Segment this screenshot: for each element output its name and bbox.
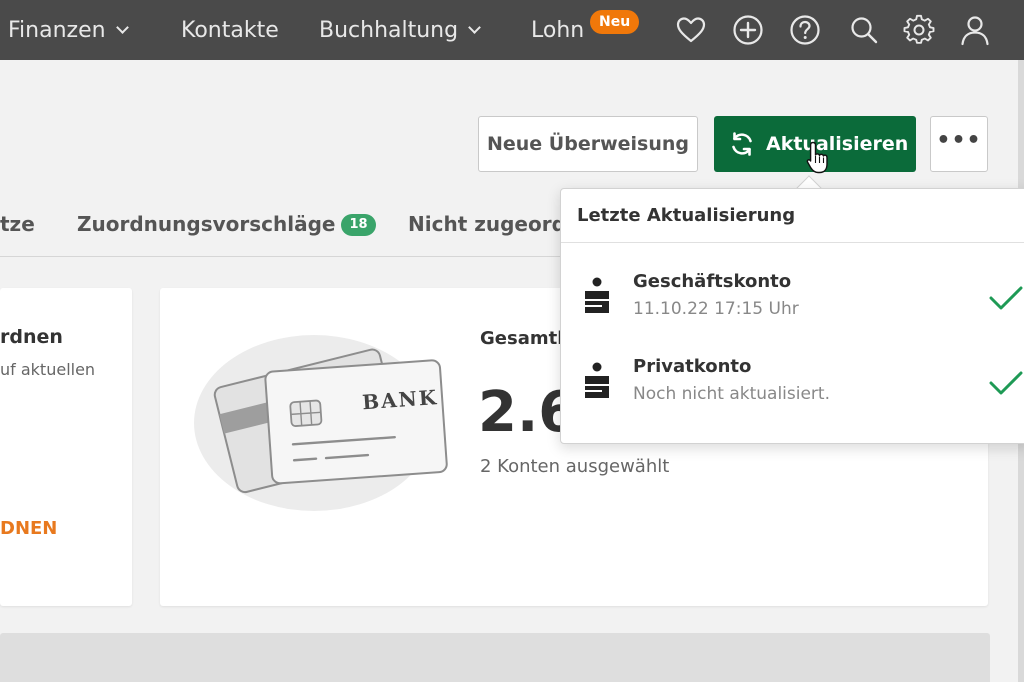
last-update-dropdown: Letzte Aktualisierung Geschäftskonto 11.… [560, 188, 1024, 444]
nav-item-finanzen[interactable]: Finanzen [8, 0, 129, 60]
chevron-down-icon [468, 21, 481, 34]
tab-unassigned[interactable]: Nicht zugeordn [408, 212, 580, 242]
card-title: rdnen [0, 326, 63, 348]
dropdown-heading: Letzte Aktualisierung [561, 189, 1024, 243]
account-row[interactable]: Privatkonto Noch nicht aktualisiert. [561, 338, 1024, 418]
lower-panel [0, 633, 990, 682]
top-navigation: Finanzen Kontakte Buchhaltung Lohn Neu [0, 0, 1024, 60]
card-subtitle: uf aktuellen [0, 360, 96, 379]
tab-assignment-suggestions[interactable]: Zuordnungsvorschläge 18 [77, 212, 376, 242]
nav-item-kontakte[interactable]: Kontakte [181, 0, 279, 60]
help-icon[interactable] [789, 14, 821, 46]
heart-icon[interactable] [675, 14, 707, 46]
sparkasse-icon [585, 277, 609, 313]
search-icon[interactable] [848, 14, 880, 46]
refresh-button-label: Aktualisieren [766, 133, 909, 155]
chevron-down-icon [115, 21, 129, 34]
nav-item-label: Kontakte [181, 18, 279, 43]
sparkasse-icon [585, 362, 609, 398]
count-badge: 18 [341, 214, 376, 236]
accounts-selected-text: 2 Konten ausgewählt [480, 456, 670, 477]
nav-item-label: Finanzen [8, 18, 106, 43]
user-icon[interactable] [959, 14, 991, 46]
tab-label: Zuordnungsvorschläge [77, 212, 336, 236]
new-transfer-button[interactable]: Neue Überweisung [478, 116, 698, 172]
account-row[interactable]: Geschäftskonto 11.10.22 17:15 Uhr [561, 253, 1024, 333]
assign-card: rdnen uf aktuellen DNEN [0, 288, 132, 606]
refresh-icon [732, 132, 752, 156]
check-icon [989, 371, 1023, 395]
more-options-button[interactable]: ••• [930, 116, 988, 172]
account-status: Noch nicht aktualisiert. [633, 384, 830, 404]
nav-item-buchhaltung[interactable]: Buchhaltung [319, 0, 481, 60]
account-name: Geschäftskonto [633, 271, 792, 292]
account-status: 11.10.22 17:15 Uhr [633, 299, 799, 319]
account-name: Privatkonto [633, 356, 752, 377]
check-icon [989, 286, 1023, 310]
total-balance-label: Gesamtb [480, 328, 571, 349]
plus-circle-icon[interactable] [732, 14, 764, 46]
nav-item-label: Buchhaltung [319, 18, 459, 43]
hand-cursor-icon [806, 141, 828, 174]
tab-transactions[interactable]: tze [0, 212, 35, 242]
nav-item-lohn[interactable]: Lohn [531, 0, 584, 60]
bank-cards-illustration: BANK [194, 335, 448, 511]
new-badge: Neu [590, 10, 640, 34]
assign-link[interactable]: DNEN [0, 518, 57, 539]
settings-icon[interactable] [903, 14, 935, 46]
nav-item-label: Lohn [531, 18, 585, 43]
